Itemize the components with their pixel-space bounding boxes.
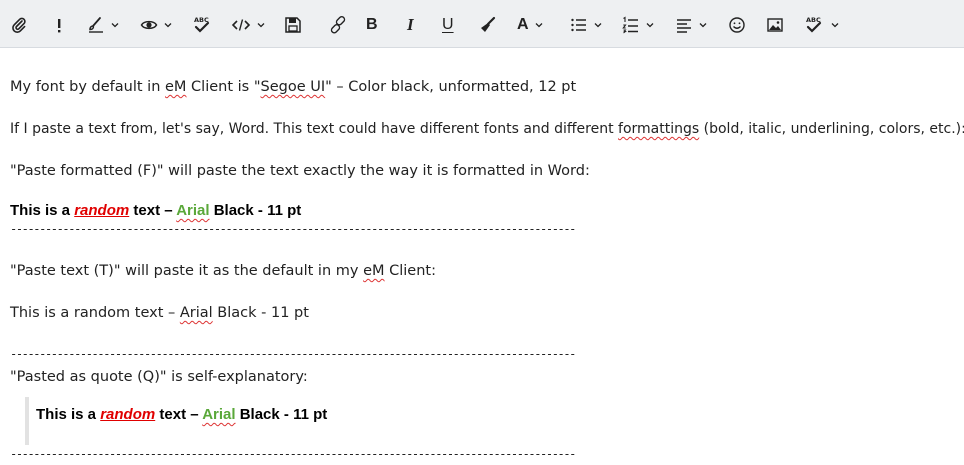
clear-formatting-button[interactable] — [479, 14, 497, 36]
random-word: random — [74, 202, 130, 219]
text-span: This is a — [10, 202, 75, 219]
image-icon — [767, 18, 783, 32]
spellcheck-options-button[interactable]: ABC — [805, 14, 839, 36]
chevron-down-icon — [699, 23, 707, 28]
numbered-list-button[interactable] — [622, 14, 654, 36]
misspelled-word: Arial — [179, 305, 213, 321]
chevron-down-icon — [257, 23, 265, 28]
chevron-down-icon — [594, 23, 602, 28]
clear-format-icon — [481, 16, 496, 32]
quoted-sample: This is a random text – Arial Black - 11… — [36, 406, 327, 423]
save-button[interactable] — [284, 14, 302, 36]
paste-formatted-line: "Paste formatted (F)" will paste the tex… — [10, 163, 590, 179]
insert-image-button[interactable] — [766, 14, 784, 36]
misspelled-word: eM — [165, 79, 187, 95]
random-word: random — [100, 406, 156, 423]
italic-icon: I — [407, 15, 414, 34]
align-icon — [677, 19, 691, 33]
misspelled-word: eM — [363, 263, 385, 279]
chevron-down-icon — [535, 23, 543, 28]
text-span: Client is " — [186, 79, 261, 95]
text-span: " – Color black, unformatted, 12 pt — [325, 79, 577, 95]
underline-button[interactable]: U — [442, 14, 454, 36]
paste-intro-line: If I paste a text from, let's say, Word.… — [10, 121, 964, 137]
emoji-icon — [729, 17, 745, 33]
dashed-divider: ----------------------------------------… — [10, 222, 576, 236]
text-span: "Paste text (T)" will paste it as the de… — [10, 263, 364, 279]
attach-button[interactable] — [11, 14, 27, 36]
formatted-sample: This is a random text – Arial Black - 11… — [10, 202, 301, 219]
text-span: Black - 11 pt — [212, 305, 309, 321]
bold-icon: B — [366, 16, 378, 33]
plain-sample: This is a random text – Arial Black - 11… — [10, 305, 309, 321]
message-body-editor[interactable] — [0, 48, 964, 465]
italic-button[interactable]: I — [407, 14, 414, 36]
paste-quote-line: "Pasted as quote (Q)" is self-explanator… — [10, 369, 308, 385]
paperclip-icon — [12, 17, 26, 33]
font-color-button[interactable]: A — [517, 14, 543, 36]
editor-toolbar: ABC B I U A ABC — [0, 0, 964, 48]
numbered-list-icon — [622, 16, 638, 34]
format-style-button[interactable] — [87, 14, 119, 36]
underline-icon: U — [442, 16, 454, 33]
bullet-list-icon — [571, 18, 586, 32]
insert-link-button[interactable] — [329, 14, 347, 36]
link-icon — [330, 16, 346, 34]
text-span: Client: — [384, 263, 436, 279]
misspelled-word: formattings — [618, 121, 700, 137]
bold-button[interactable]: B — [366, 14, 378, 36]
code-icon — [231, 19, 251, 31]
dashed-divider: ----------------------------------------… — [10, 447, 576, 461]
align-button[interactable] — [675, 14, 707, 36]
bullet-list-button[interactable] — [570, 14, 602, 36]
importance-button[interactable] — [55, 14, 63, 36]
font-color-icon: A — [517, 16, 529, 33]
source-code-button[interactable] — [231, 14, 265, 36]
dashed-divider: ----------------------------------------… — [10, 347, 576, 361]
save-icon — [285, 17, 301, 33]
text-span: (bold, italic, underlining, colors, etc.… — [699, 121, 964, 137]
emoji-button[interactable] — [728, 14, 746, 36]
importance-icon — [58, 19, 61, 33]
default-font-line: My font by default in eM Client is "Sego… — [10, 79, 576, 95]
format-brush-icon — [89, 17, 103, 33]
spellcheck-icon: ABC — [194, 16, 210, 33]
spellcheck-icon: ABC — [806, 16, 822, 33]
text-span: This is a random text – — [10, 305, 180, 321]
eye-icon — [140, 20, 158, 30]
chevron-down-icon — [111, 23, 119, 28]
text-span: If I paste a text from, let's say, Word.… — [10, 121, 619, 137]
paste-text-line: "Paste text (T)" will paste it as the de… — [10, 263, 436, 279]
chevron-down-icon — [831, 23, 839, 28]
spellcheck-button[interactable]: ABC — [193, 14, 213, 36]
text-span: Black - 11 pt — [209, 202, 302, 219]
text-span: text – — [129, 202, 177, 219]
chevron-down-icon — [646, 23, 654, 28]
quote-bar — [25, 397, 29, 445]
arial-word: Arial — [176, 202, 210, 219]
text-span: Black - 11 pt — [235, 406, 328, 423]
chevron-down-icon — [164, 23, 172, 28]
arial-word: Arial — [202, 406, 236, 423]
misspelled-word: Segoe UI — [260, 79, 326, 95]
text-span: My font by default in — [10, 79, 166, 95]
text-span: This is a — [36, 406, 101, 423]
text-span: text – — [155, 406, 203, 423]
view-button[interactable] — [140, 14, 172, 36]
